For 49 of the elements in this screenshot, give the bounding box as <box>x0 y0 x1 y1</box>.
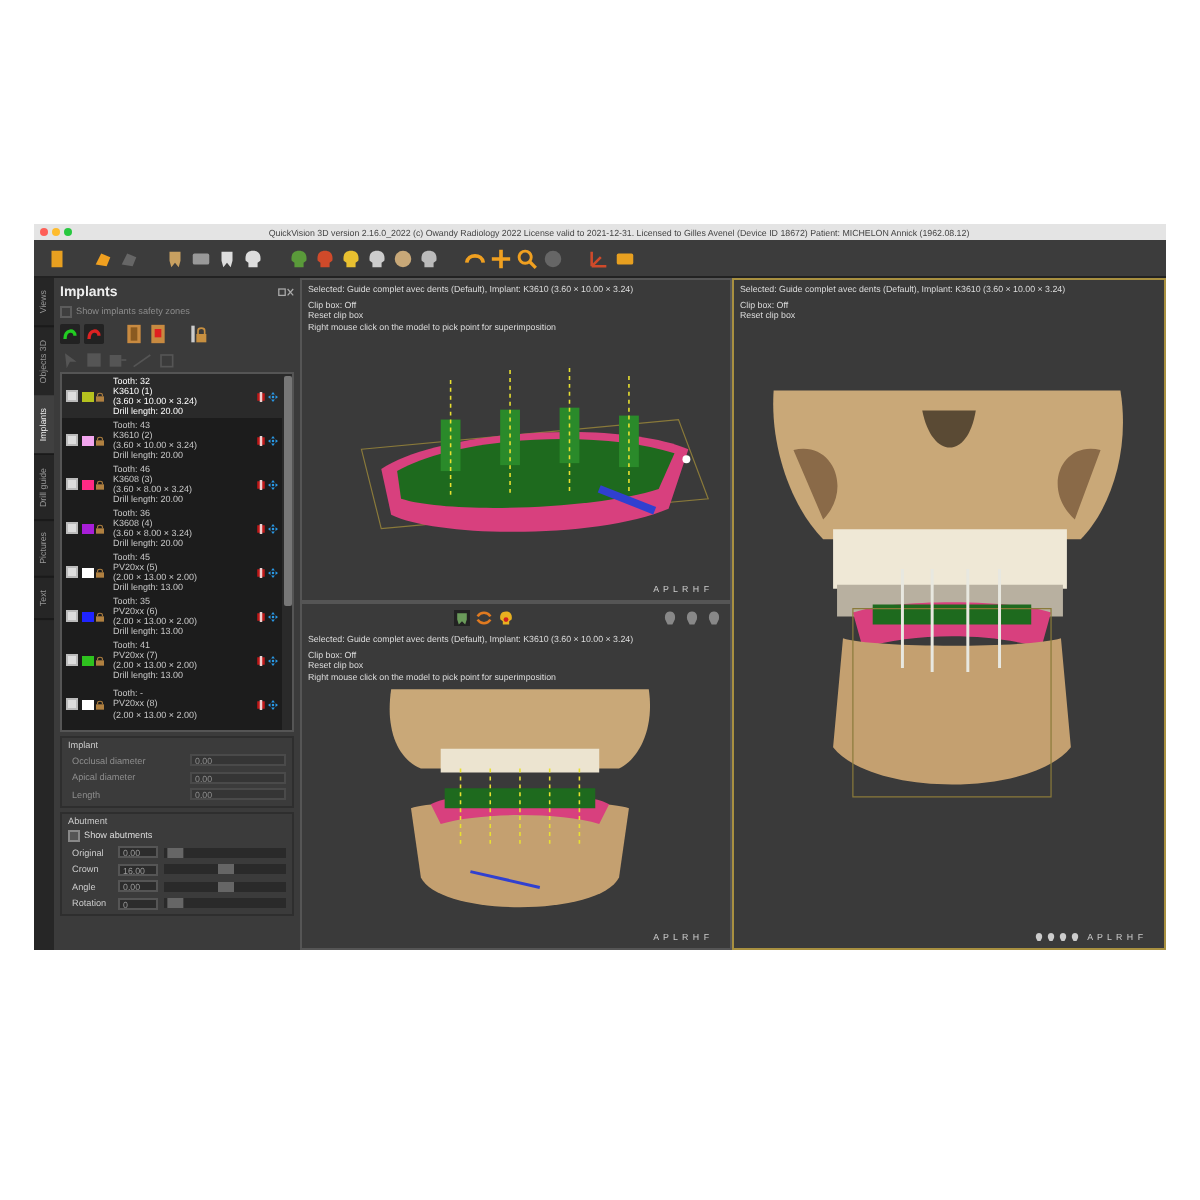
visibility-checkbox[interactable] <box>66 478 78 490</box>
visibility-checkbox[interactable] <box>66 698 78 710</box>
visibility-checkbox[interactable] <box>66 390 78 402</box>
color-swatch[interactable] <box>81 523 93 533</box>
slider-handle[interactable] <box>217 864 233 874</box>
move-icon[interactable] <box>490 247 512 269</box>
visibility-checkbox[interactable] <box>66 610 78 622</box>
tooth-icon[interactable] <box>453 609 469 625</box>
move-icon[interactable] <box>268 611 278 621</box>
move-icon[interactable] <box>268 391 278 401</box>
implant-remove-icon[interactable] <box>84 323 104 343</box>
lock-icon[interactable] <box>96 567 104 577</box>
lock-icon[interactable] <box>96 699 104 709</box>
show-abutments-checkbox[interactable] <box>68 829 80 841</box>
tooth-icon[interactable] <box>216 247 238 269</box>
scrollbar[interactable] <box>282 374 292 730</box>
lock-icon[interactable] <box>96 655 104 665</box>
lock-icon[interactable] <box>188 323 208 343</box>
visibility-checkbox[interactable] <box>66 654 78 666</box>
color-swatch[interactable] <box>81 699 93 709</box>
visibility-checkbox[interactable] <box>66 434 78 446</box>
color-swatch[interactable] <box>81 479 93 489</box>
color-swatch[interactable] <box>81 611 93 621</box>
slider-handle[interactable] <box>168 847 185 857</box>
move-icon[interactable] <box>268 655 278 665</box>
move-icon[interactable] <box>268 479 278 489</box>
slider-handle[interactable] <box>217 881 233 891</box>
visibility-checkbox[interactable] <box>66 566 78 578</box>
lock-icon[interactable] <box>96 435 104 445</box>
magnifier-icon[interactable] <box>516 247 538 269</box>
color-swatch[interactable] <box>81 567 93 577</box>
move-icon[interactable] <box>268 435 278 445</box>
visibility-checkbox[interactable] <box>66 522 78 534</box>
color-swatch[interactable] <box>81 435 93 445</box>
lock-icon[interactable] <box>96 479 104 489</box>
move-icon[interactable] <box>268 699 278 709</box>
axes-icon[interactable] <box>588 247 610 269</box>
lock-icon[interactable] <box>96 391 104 401</box>
implant-add-icon[interactable] <box>60 323 80 343</box>
color-swatch[interactable] <box>81 655 93 665</box>
window-controls-icon[interactable] <box>278 287 294 297</box>
slider-handle[interactable] <box>168 898 185 908</box>
tooth-icon[interactable] <box>164 247 186 269</box>
color-swatch[interactable] <box>81 391 93 401</box>
lock-icon[interactable] <box>96 523 104 533</box>
move-icon[interactable] <box>268 523 278 533</box>
lock-icon[interactable] <box>96 611 104 621</box>
document-icon[interactable] <box>46 247 68 269</box>
move-icon[interactable] <box>268 567 278 577</box>
